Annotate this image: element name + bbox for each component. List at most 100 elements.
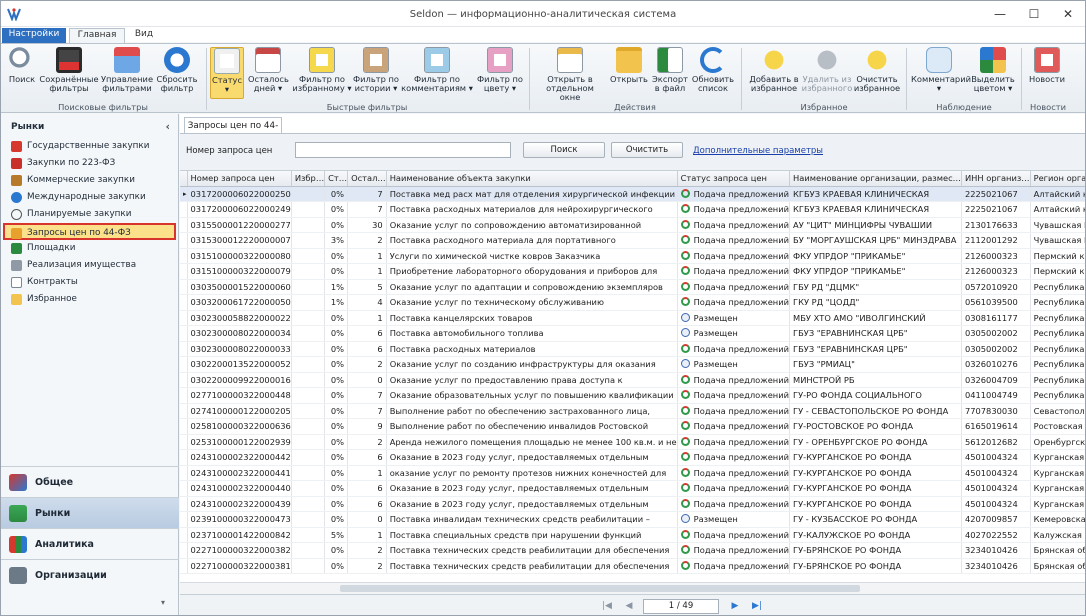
advanced-params-link[interactable]: Дополнительные параметры (693, 146, 823, 156)
table-row[interactable]: 0243100002322000440 0% 6 Оказание в 2023 го… (180, 480, 1085, 497)
column-header[interactable]: Избр… (291, 171, 326, 187)
status-cell: Подача предложений (677, 186, 791, 202)
table-cell: 1 (347, 465, 387, 481)
tab-settings[interactable]: Настройки (2, 28, 66, 43)
status-cell: Подача предложений (677, 372, 791, 388)
table-cell (291, 325, 326, 342)
refresh-button[interactable]: Обновить список (691, 47, 735, 93)
nav-item-international[interactable]: Международные закупки (1, 189, 178, 206)
prev-page-icon[interactable]: ◀ (622, 599, 636, 613)
open-window-button[interactable]: Открыть в отдельном окне (535, 47, 605, 102)
table-row[interactable]: 0302300008022000034 0% 6 Поставка автомобил… (180, 325, 1085, 342)
row-marker (180, 465, 188, 481)
nav-item-commercial[interactable]: Коммерческие закупки (1, 172, 178, 189)
nav-item-favorites[interactable]: Избранное (1, 291, 178, 308)
last-page-icon[interactable]: ▶| (750, 599, 764, 613)
nav-section-markets[interactable]: Рынки (1, 497, 179, 528)
clear-favorites-button[interactable]: Очистить избранное (853, 47, 901, 93)
comments-filter-button[interactable]: Фильтр по комментариям ▾ (401, 47, 473, 93)
manage-filters-button[interactable]: Управление фильтрами (101, 47, 153, 93)
days-left-button[interactable]: Осталось дней ▾ (248, 47, 289, 93)
nav-item-price-requests[interactable]: Запросы цен по 44-ФЗ (3, 223, 176, 240)
table-row[interactable]: 0237100001422000842 5% 1 Поставка специальн… (180, 527, 1085, 543)
reset-filter-button[interactable]: Сбросить фильтр (155, 47, 199, 93)
collapse-chevron-icon[interactable]: ‹ (165, 120, 170, 133)
table-row[interactable]: 0315500001220000277 0% 30 Оказание услуг по… (180, 217, 1085, 233)
table-cell: 3234010426 (961, 558, 1031, 574)
nav-item-223fz[interactable]: Закупки по 223-ФЗ (1, 155, 178, 172)
table-row[interactable]: 0302200009922000016 0% 0 Оказание услуг по … (180, 372, 1085, 388)
floppy-icon (56, 47, 82, 73)
search-submit-button[interactable]: Поиск (523, 142, 605, 158)
table-row[interactable]: 0227100000322000382 0% 2 Поставка техническ… (180, 542, 1085, 559)
table-row[interactable]: 0303200061722000050 1% 4 Оказание услуг по … (180, 294, 1085, 311)
table-row[interactable]: 0243100002322000439 0% 6 Оказание в 2023 го… (180, 496, 1085, 512)
table-cell: Алтайский край (1030, 201, 1085, 218)
nav-item-property-sale[interactable]: Реализация имущества (1, 257, 178, 274)
column-header[interactable]: Наименование объекта закупки (386, 171, 678, 187)
column-header[interactable]: Номер запроса цен (187, 171, 292, 187)
page-indicator[interactable]: 1 / 49 (643, 599, 719, 614)
highlight-color-button[interactable]: Выделить цветом ▾ (969, 47, 1017, 93)
first-page-icon[interactable]: |◀ (600, 599, 614, 613)
nav-section-organizations[interactable]: Организации (1, 559, 179, 590)
add-favorite-button[interactable]: Добавить в избранное (747, 47, 801, 93)
column-header[interactable]: Остал… (347, 171, 387, 187)
nav-item-contracts[interactable]: Контракты (1, 274, 178, 291)
minimize-icon[interactable]: — (983, 1, 1017, 27)
table-row[interactable]: 0243100002322000441 0% 1 оказание услуг по … (180, 465, 1085, 481)
status-filter-button[interactable]: Статус ▾ (210, 47, 244, 99)
close-icon[interactable]: ✕ (1051, 1, 1085, 27)
table-row[interactable]: 0274100000122000205 0% 7 Выполнение работ п… (180, 403, 1085, 419)
table-cell: 0302300008022000034 (187, 325, 292, 342)
table-row[interactable]: 0317200006022000249 0% 7 Поставка расходных… (180, 201, 1085, 218)
table-row[interactable]: 0315100000322000080 0% 1 Услуги по химическ… (180, 248, 1085, 264)
request-number-input[interactable] (295, 142, 511, 158)
news-button[interactable]: Новости (1027, 47, 1067, 84)
table-row[interactable]: ▸ 0317200006022000250 0% 7 Поставка мед расх… (180, 186, 1085, 202)
clear-button[interactable]: Очистить (611, 142, 683, 158)
comment-button[interactable]: Комментарий ▾ (911, 47, 971, 93)
export-button[interactable]: Экспорт в файл (651, 47, 689, 93)
table-row[interactable]: 0277100000322000448 0% 7 Оказание образоват… (180, 387, 1085, 404)
table-row[interactable]: 0315300012220000007 3% 2 Поставка расходног… (180, 232, 1085, 249)
favorites-filter-button[interactable]: Фильтр по избранному ▾ (292, 47, 352, 93)
nav-section-analytics[interactable]: Аналитика (1, 528, 179, 559)
table-row[interactable]: 0315100000322000079 0% 1 Приобретение лабор… (180, 263, 1085, 280)
saved-filters-button[interactable]: Сохранённые фильтры (39, 47, 99, 93)
horizontal-scrollbar[interactable] (180, 582, 1085, 594)
search-button[interactable]: Поиск (7, 47, 37, 84)
column-header[interactable]: ИНН организ… (961, 171, 1031, 187)
nav-expand-icon[interactable]: ▾ (161, 598, 165, 607)
color-filter-button[interactable]: Фильтр по цвету ▾ (475, 47, 525, 93)
open-button[interactable]: Открыть (609, 47, 649, 84)
document-tab[interactable]: Запросы цен по 44-ФЗ (184, 117, 282, 147)
table-row[interactable]: 0243100002322000442 0% 6 Оказание в 2023 го… (180, 449, 1085, 466)
table-cell: Республика Дагестан (1030, 294, 1085, 311)
maximize-icon[interactable]: ☐ (1017, 1, 1051, 27)
nav-item-planned[interactable]: Планируемые закупки (1, 206, 178, 223)
nav-section-general[interactable]: Общее (1, 466, 179, 497)
table-row[interactable]: 0258100000322000636 0% 9 Выполнение работ п… (180, 418, 1085, 435)
table-row[interactable]: 0302300008022000033 0% 6 Поставка расходных… (180, 341, 1085, 357)
status-text: Подача предложений (693, 483, 790, 494)
column-header[interactable]: Наименование организации, размес… (789, 171, 962, 187)
tab-home[interactable]: Главная (69, 28, 125, 43)
nav-item-platforms[interactable]: Площадки (1, 240, 178, 257)
next-page-icon[interactable]: ▶ (728, 599, 742, 613)
row-marker (180, 294, 188, 311)
table-row[interactable]: 0253100000122002939 0% 2 Аренда нежилого по… (180, 434, 1085, 450)
history-filter-button[interactable]: Фильтр по истории ▾ (353, 47, 399, 93)
column-header[interactable]: Статус запроса цен (677, 171, 791, 187)
tab-view[interactable]: Вид (129, 28, 159, 43)
remove-favorite-button[interactable]: Удалить из избранного (801, 47, 853, 93)
table-row[interactable]: 0302300058822000022 0% 1 Поставка канцелярс… (180, 310, 1085, 326)
nav-item-gov-procurement[interactable]: Государственные закупки (1, 138, 178, 155)
scroll-thumb[interactable] (340, 585, 860, 592)
table-row[interactable]: 0239100000322000473 0% 0 Поставка инвалидам… (180, 511, 1085, 528)
column-header[interactable]: Ст… (324, 171, 349, 187)
table-row[interactable]: 0303500001522000060 1% 5 Оказание услуг по … (180, 279, 1085, 295)
column-header[interactable]: Регион организации… (1030, 171, 1085, 187)
table-row[interactable]: 0302200013522000052 0% 2 Оказание услуг по … (180, 356, 1085, 373)
table-row[interactable]: 0227100000322000381 0% 2 Поставка техническ… (180, 558, 1085, 574)
